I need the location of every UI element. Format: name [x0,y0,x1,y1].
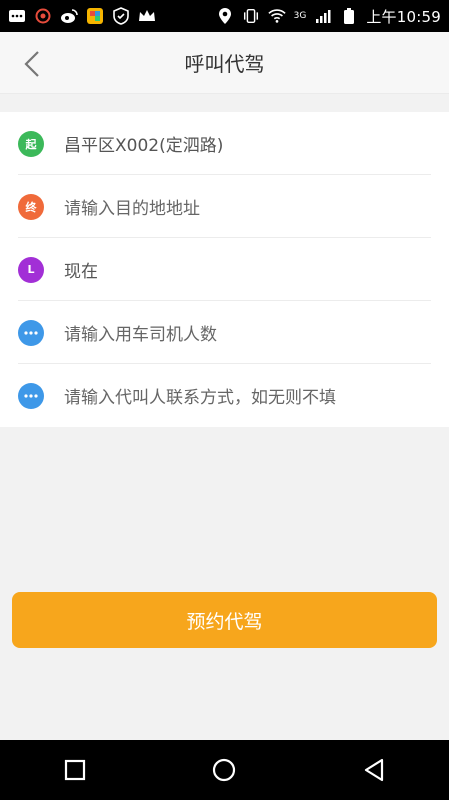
record-icon [34,7,52,25]
order-form-list: 起 昌平区X002(定泗路) 终 请输入目的地地址 L 现在 请输入用车司机人数… [0,112,449,427]
driver-count-field[interactable]: 请输入用车司机人数 [0,301,449,364]
location-icon [216,7,234,25]
status-right-icons: 3G 上午10:59 [216,6,441,27]
recent-apps-button[interactable] [50,745,100,795]
system-back-button[interactable] [349,745,399,795]
contact-placeholder: 请输入代叫人联系方式，如无则不填 [64,388,336,408]
book-driver-button[interactable]: 预约代驾 [12,592,437,648]
wifi-icon [267,7,286,25]
start-badge-icon: 起 [18,130,44,157]
start-location-text: 昌平区X002(定泗路) [64,136,224,156]
signal-icon [314,7,332,25]
end-badge-icon: 终 [18,193,44,220]
home-button[interactable] [199,745,249,795]
back-button[interactable] [12,44,52,84]
weibo-icon [60,7,78,25]
chat-bubble-icon [18,382,44,409]
driver-count-placeholder: 请输入用车司机人数 [64,325,217,345]
gallery-icon [86,7,104,25]
status-left-icons [8,7,156,25]
clock-badge-icon: L [18,256,44,283]
shield-icon [112,7,130,25]
status-bar: 3G 上午10:59 [0,0,449,32]
vibrate-icon [242,7,260,25]
network-type: 3G [293,11,307,21]
page-title: 呼叫代驾 [184,52,265,76]
header: 呼叫代驾 [0,32,449,94]
start-location-field[interactable]: 起 昌平区X002(定泗路) [0,112,449,175]
destination-field[interactable]: 终 请输入目的地地址 [0,175,449,238]
chevron-left-icon [24,51,39,77]
status-time: 上午10:59 [366,7,441,26]
time-field[interactable]: L 现在 [0,238,449,301]
destination-placeholder: 请输入目的地地址 [64,199,200,219]
message-icon [8,7,26,25]
chat-bubble-icon [18,319,44,346]
crown-icon [138,7,156,25]
time-text: 现在 [64,262,98,282]
battery-icon [340,7,358,25]
system-nav-bar [0,740,449,800]
home-icon [213,758,236,782]
back-icon [365,758,384,782]
recent-apps-icon [64,759,85,781]
contact-field[interactable]: 请输入代叫人联系方式，如无则不填 [0,364,449,427]
